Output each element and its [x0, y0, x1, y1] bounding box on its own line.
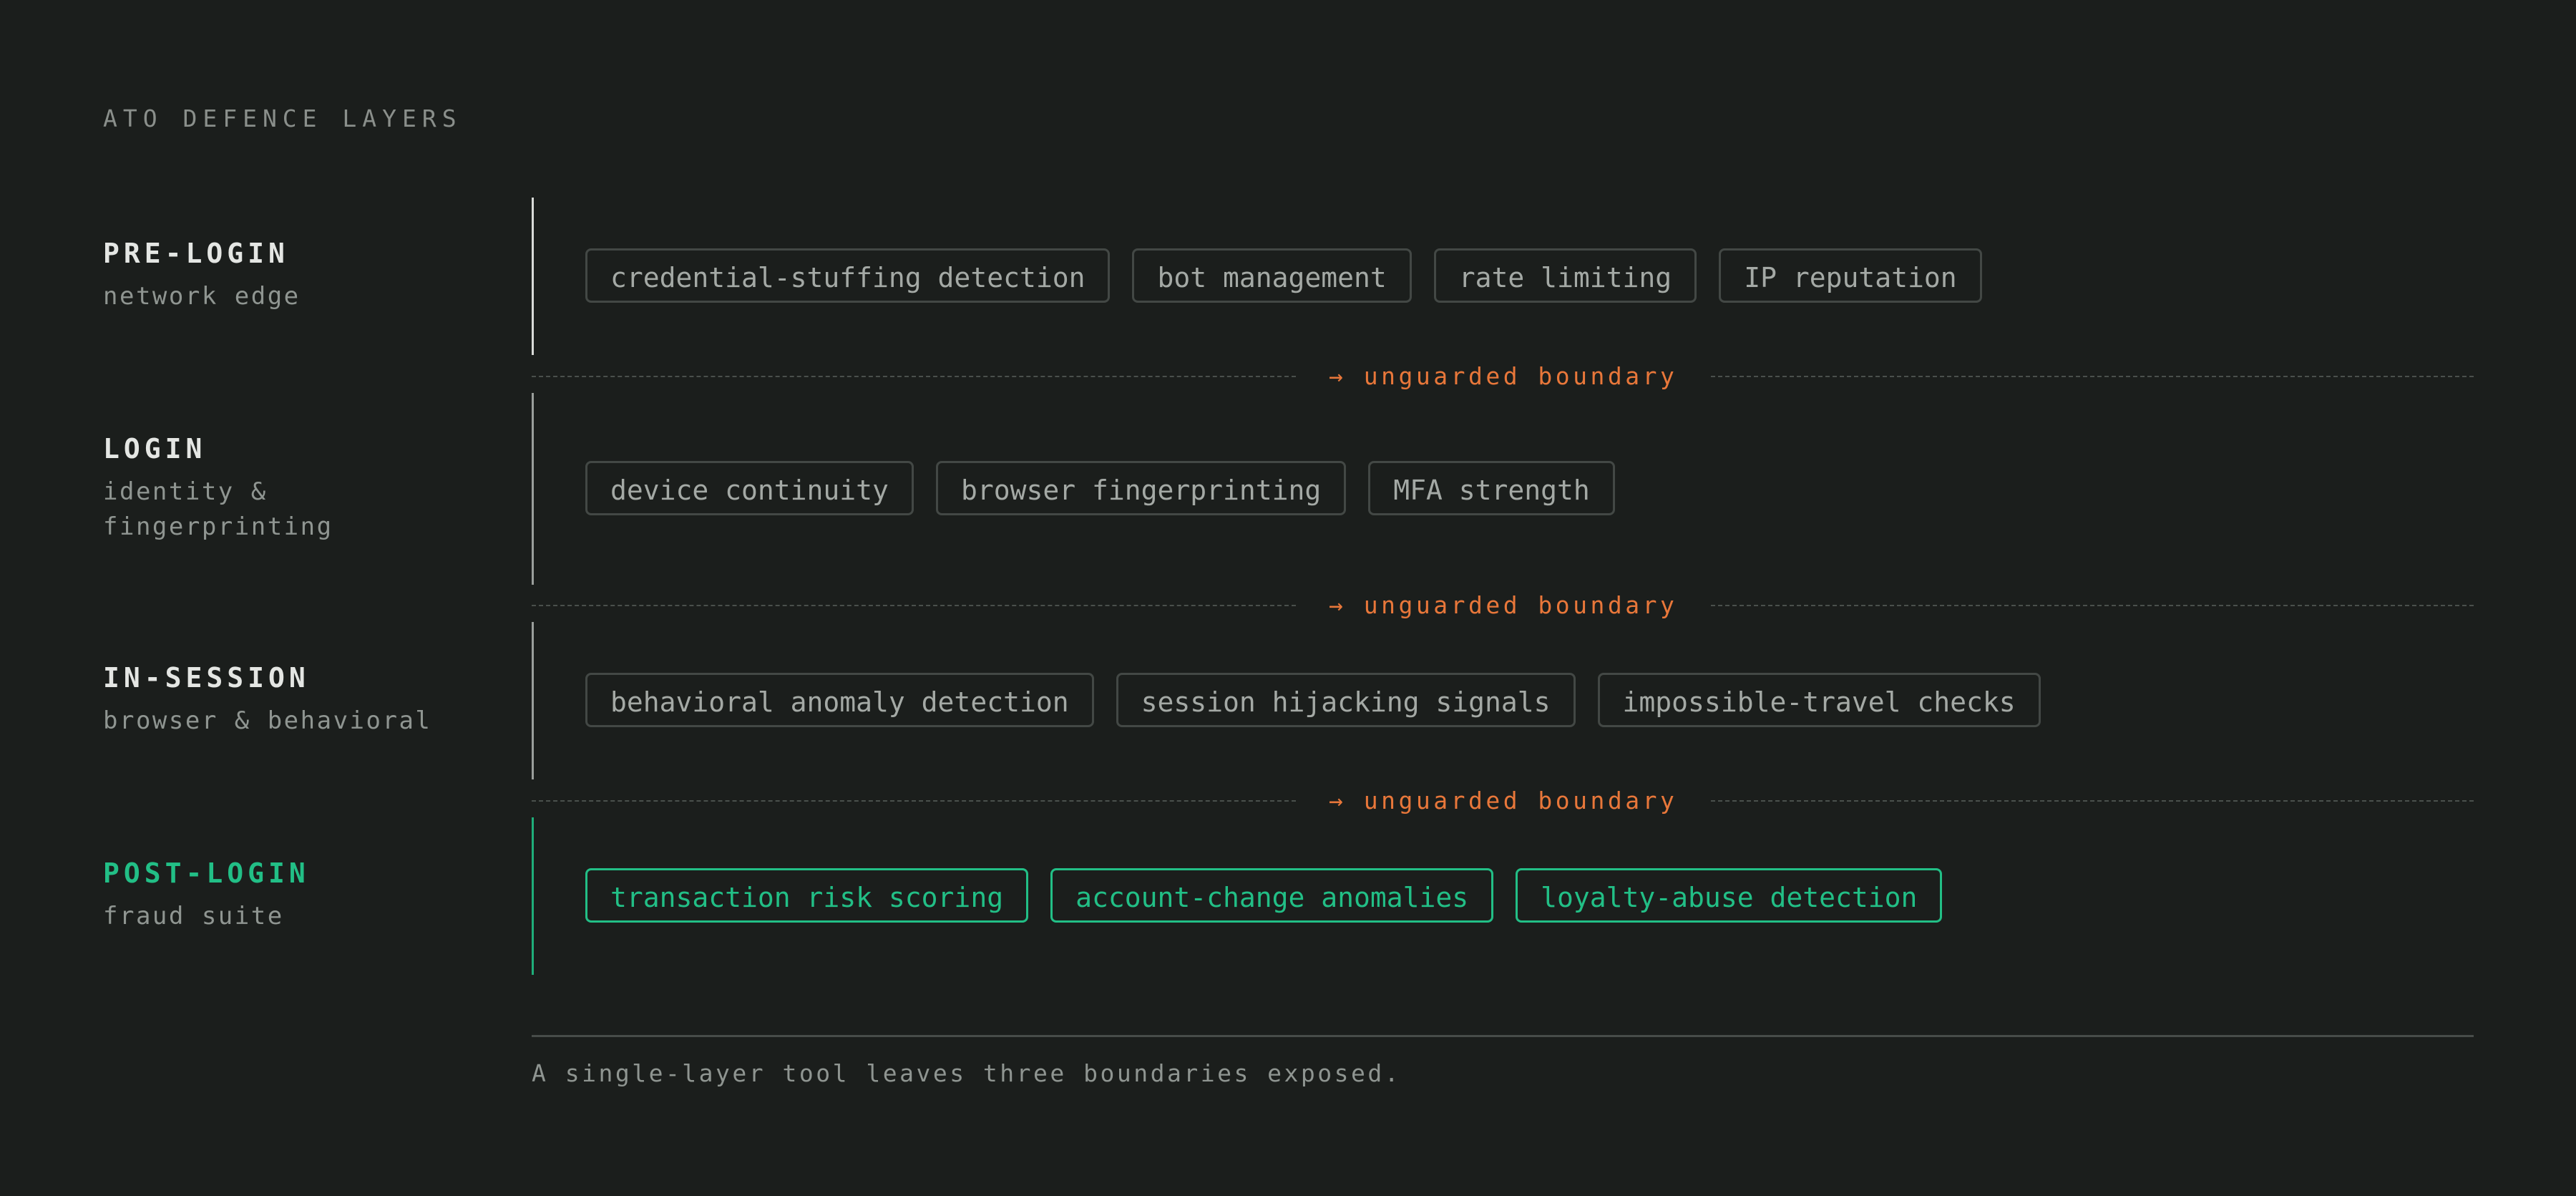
layer-rail — [532, 817, 534, 975]
layer-subtitle: browser & behavioral — [103, 706, 432, 735]
diagram-title: ATO DEFENCE LAYERS — [103, 104, 462, 132]
arrow-right-icon: → — [1329, 362, 1347, 390]
layer-pre-login: PRE-LOGIN network edge credential-stuffi… — [0, 198, 2576, 355]
boundary-line — [532, 800, 1296, 802]
boundary-text: unguarded boundary — [1363, 787, 1678, 815]
layer-label: POST-LOGIN fraud suite — [103, 856, 504, 934]
boundary-label: → unguarded boundary — [1329, 591, 1677, 620]
layer-subtitle: identity & fingerprinting — [103, 477, 333, 541]
layer-label: IN-SESSION browser & behavioral — [103, 661, 504, 739]
control-chip: transaction risk scoring — [585, 868, 1029, 923]
layer-subtitle: fraud suite — [103, 902, 284, 930]
control-chip: browser fingerprinting — [935, 461, 1347, 515]
boundary-line — [532, 376, 1296, 377]
control-chip: impossible-travel checks — [1597, 673, 2041, 727]
boundary-text: unguarded boundary — [1363, 591, 1678, 619]
control-chip: credential-stuffing detection — [585, 248, 1111, 303]
layer-post-login: POST-LOGIN fraud suite transaction risk … — [0, 817, 2576, 975]
control-chips: transaction risk scoring account-change … — [585, 868, 1943, 923]
unguarded-boundary: → unguarded boundary — [532, 787, 2474, 815]
boundary-label: → unguarded boundary — [1329, 787, 1677, 815]
unguarded-boundary: → unguarded boundary — [532, 591, 2474, 620]
layer-label: PRE-LOGIN network edge — [103, 236, 504, 314]
arrow-right-icon: → — [1329, 591, 1347, 619]
layer-subtitle: network edge — [103, 282, 301, 311]
boundary-text: unguarded boundary — [1363, 362, 1678, 390]
arrow-right-icon: → — [1329, 787, 1347, 815]
control-chip: loyalty-abuse detection — [1516, 868, 1943, 923]
layer-title: LOGIN — [103, 433, 207, 465]
boundary-line — [1711, 605, 2474, 606]
control-chip: rate limiting — [1433, 248, 1697, 303]
layer-in-session: IN-SESSION browser & behavioral behavior… — [0, 622, 2576, 779]
control-chip: device continuity — [585, 461, 914, 515]
control-chip: IP reputation — [1719, 248, 1982, 303]
control-chips: behavioral anomaly detection session hij… — [585, 673, 2041, 727]
boundary-label: → unguarded boundary — [1329, 362, 1677, 391]
control-chip: MFA strength — [1368, 461, 1615, 515]
boundary-line — [532, 605, 1296, 606]
control-chip: behavioral anomaly detection — [585, 673, 1094, 727]
footer-divider — [532, 1035, 2474, 1037]
layer-rail — [532, 198, 534, 355]
boundary-line — [1711, 800, 2474, 802]
unguarded-boundary: → unguarded boundary — [532, 362, 2474, 391]
control-chip: session hijacking signals — [1116, 673, 1576, 727]
control-chip: bot management — [1132, 248, 1412, 303]
layer-title: PRE-LOGIN — [103, 238, 289, 269]
layer-login: LOGIN identity & fingerprinting device c… — [0, 393, 2576, 585]
layer-title: IN-SESSION — [103, 662, 310, 694]
boundary-line — [1711, 376, 2474, 377]
layer-label: LOGIN identity & fingerprinting — [103, 432, 504, 545]
footnote: A single-layer tool leaves three boundar… — [532, 1059, 1402, 1087]
control-chips: credential-stuffing detection bot manage… — [585, 248, 1982, 303]
control-chip: account-change anomalies — [1050, 868, 1494, 923]
control-chips: device continuity browser fingerprinting… — [585, 461, 1615, 515]
layer-rail — [532, 393, 534, 585]
layer-rail — [532, 622, 534, 779]
layer-title: POST-LOGIN — [103, 857, 310, 889]
